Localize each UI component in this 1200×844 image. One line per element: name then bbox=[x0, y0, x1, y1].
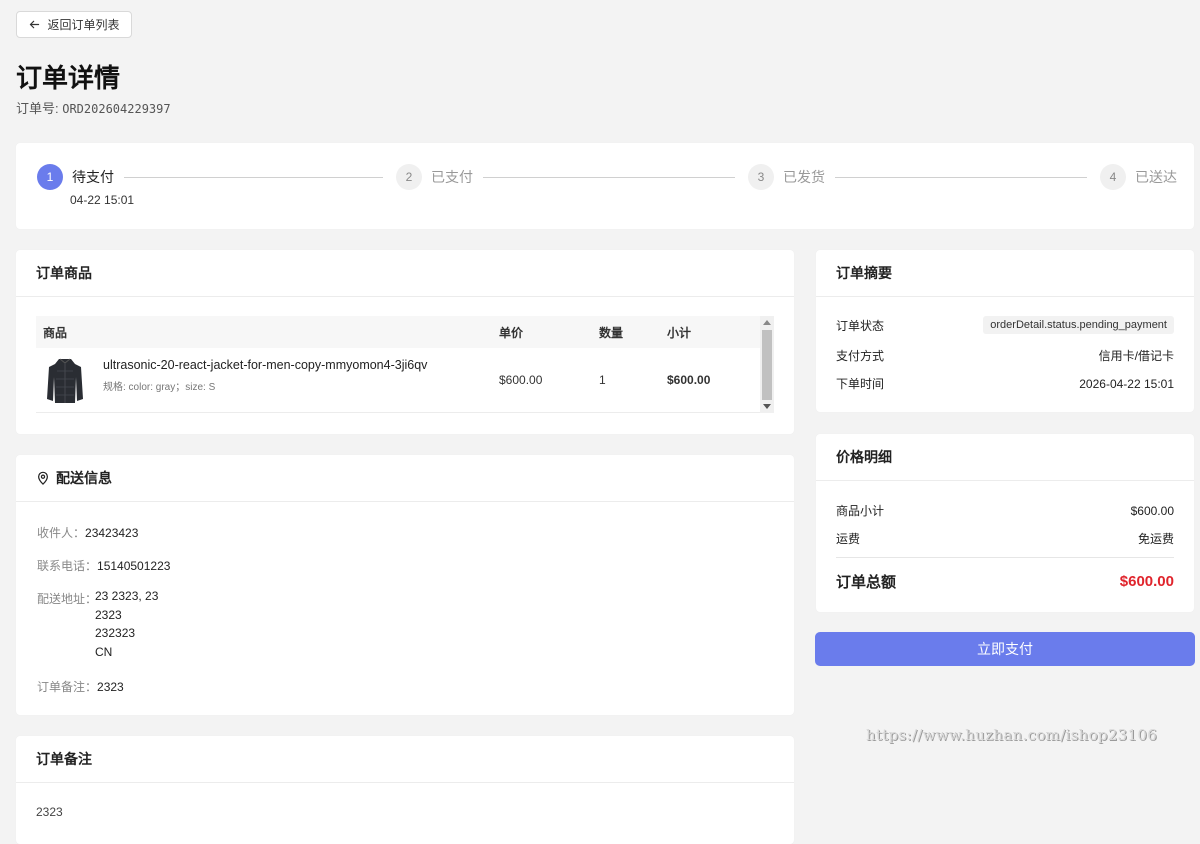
step-index: 4 bbox=[1100, 164, 1126, 190]
recipient-value: 23423423 bbox=[85, 526, 139, 540]
column-header-qty: 数量 bbox=[599, 325, 624, 340]
items-table: 商品 单价 数量 小计 ultrasonic-20-react-jacket-f… bbox=[36, 316, 774, 413]
step-pending-payment: 1 待支付 bbox=[37, 164, 114, 190]
step-label: 已送达 bbox=[1135, 169, 1177, 185]
shipping-fee-label: 运费 bbox=[836, 532, 861, 546]
phone-value: 15140501223 bbox=[97, 559, 171, 573]
address-line: 2323 bbox=[95, 607, 122, 622]
step-index: 2 bbox=[396, 164, 422, 190]
recipient-label: 收件人： bbox=[37, 526, 86, 540]
product-subtotal: $600.00 bbox=[667, 373, 711, 387]
address-row: 配送地址： bbox=[37, 590, 97, 607]
card-title: 订单摘要 bbox=[816, 250, 1194, 297]
status-badge: orderDetail.status.pending_payment bbox=[983, 316, 1174, 334]
step-index: 3 bbox=[748, 164, 774, 190]
table-scrollbar[interactable] bbox=[760, 316, 774, 413]
product-name[interactable]: ultrasonic-20-react-jacket-for-men-copy-… bbox=[103, 358, 427, 372]
step-label: 已支付 bbox=[431, 169, 473, 185]
order-time-label: 下单时间 bbox=[836, 377, 885, 391]
order-time-value: 2026-04-22 15:01 bbox=[1079, 376, 1174, 391]
order-time-row: 下单时间 2026-04-22 15:01 bbox=[836, 375, 1174, 392]
table-row: ultrasonic-20-react-jacket-for-men-copy-… bbox=[36, 348, 774, 412]
shipping-fee-row: 运费 免运费 bbox=[836, 530, 1174, 547]
column-header-subtotal: 小计 bbox=[667, 325, 692, 340]
total-label: 订单总额 bbox=[836, 574, 897, 591]
divider bbox=[836, 557, 1174, 558]
scroll-up-arrow[interactable] bbox=[763, 320, 771, 325]
product-qty: 1 bbox=[599, 373, 606, 387]
order-summary-card: 订单摘要 订单状态 orderDetail.status.pending_pay… bbox=[816, 250, 1194, 412]
order-items-card: 订单商品 商品 单价 数量 小计 ultrasonic-20-react-jac… bbox=[16, 250, 794, 434]
step-connector bbox=[124, 177, 383, 178]
order-note-card: 订单备注 2323 bbox=[16, 736, 794, 844]
card-title: 订单商品 bbox=[16, 250, 794, 297]
card-title: 配送信息 bbox=[16, 455, 794, 502]
arrow-left-icon bbox=[30, 20, 40, 29]
page-title: 订单详情 bbox=[16, 63, 121, 93]
phone-label: 联系电话： bbox=[37, 559, 98, 573]
order-progress-steps: 1 待支付 04-22 15:01 2 已支付 3 已发货 4 已送达 bbox=[16, 143, 1194, 229]
table-header: 商品 单价 数量 小计 bbox=[36, 316, 774, 348]
subtotal-label: 商品小计 bbox=[836, 504, 885, 518]
order-number-value: ORD202604229397 bbox=[62, 102, 171, 116]
watermark: https://www.huzhan.com/ishop23106 bbox=[866, 726, 1158, 744]
order-number: 订单号: ORD202604229397 bbox=[16, 98, 171, 117]
product-image bbox=[42, 354, 88, 406]
product-spec: 规格: color: gray；size: S bbox=[103, 382, 216, 393]
card-title: 价格明细 bbox=[816, 434, 1194, 481]
total-value: $600.00 bbox=[1119, 573, 1174, 590]
subtotal-row: 商品小计 $600.00 bbox=[836, 502, 1174, 519]
step-connector bbox=[835, 177, 1087, 178]
scroll-thumb[interactable] bbox=[762, 330, 772, 400]
location-pin-icon bbox=[38, 471, 48, 485]
price-detail-card: 价格明细 商品小计 $600.00 运费 免运费 订单总额 $600.00 bbox=[816, 434, 1194, 612]
card-title: 订单备注 bbox=[16, 736, 794, 783]
back-to-orders-button[interactable]: 返回订单列表 bbox=[16, 11, 132, 38]
pay-now-button[interactable]: 立即支付 bbox=[815, 632, 1195, 666]
product-price: $600.00 bbox=[499, 373, 543, 387]
order-number-label: 订单号: bbox=[16, 101, 63, 116]
remark-label: 订单备注： bbox=[37, 680, 98, 694]
step-delivered: 4 已送达 bbox=[1100, 164, 1177, 190]
step-label: 待支付 bbox=[72, 169, 114, 185]
column-header-product: 商品 bbox=[43, 325, 68, 340]
status-row: 订单状态 orderDetail.status.pending_payment bbox=[836, 316, 1174, 334]
total-row: 订单总额 $600.00 bbox=[836, 571, 1174, 592]
step-connector bbox=[483, 177, 735, 178]
shipping-info-card: 配送信息 收件人：23423423 联系电话：15140501223 配送地址：… bbox=[16, 455, 794, 715]
address-line: 232323 bbox=[95, 626, 136, 640]
card-title-text: 配送信息 bbox=[56, 470, 112, 486]
address-label: 配送地址： bbox=[37, 592, 98, 606]
subtotal-value: $600.00 bbox=[1130, 503, 1174, 518]
step-shipped: 3 已发货 bbox=[748, 164, 825, 190]
recipient-row: 收件人：23423423 bbox=[37, 524, 138, 541]
step-time: 04-22 15:01 bbox=[70, 193, 135, 207]
payment-method-label: 支付方式 bbox=[836, 349, 885, 363]
column-header-price: 单价 bbox=[499, 325, 524, 340]
phone-row: 联系电话：15140501223 bbox=[37, 557, 170, 574]
remark-value: 2323 bbox=[97, 680, 124, 694]
back-button-label: 返回订单列表 bbox=[47, 18, 120, 32]
step-paid: 2 已支付 bbox=[396, 164, 473, 190]
status-label: 订单状态 bbox=[836, 318, 885, 333]
address-line: 23 2323, 23 bbox=[95, 589, 159, 603]
step-index: 1 bbox=[37, 164, 63, 190]
order-note-text: 2323 bbox=[36, 805, 63, 819]
scroll-down-arrow[interactable] bbox=[763, 404, 771, 409]
remark-row: 订单备注：2323 bbox=[37, 678, 124, 695]
shipping-fee-value: 免运费 bbox=[1137, 532, 1174, 546]
address-line: CN bbox=[95, 644, 113, 659]
payment-method-value: 信用卡/借记卡 bbox=[1098, 349, 1174, 363]
payment-method-row: 支付方式 信用卡/借记卡 bbox=[836, 347, 1174, 364]
address-value: 23 2323, 23 2323 232323 CN bbox=[95, 587, 158, 661]
step-label: 已发货 bbox=[783, 169, 825, 185]
